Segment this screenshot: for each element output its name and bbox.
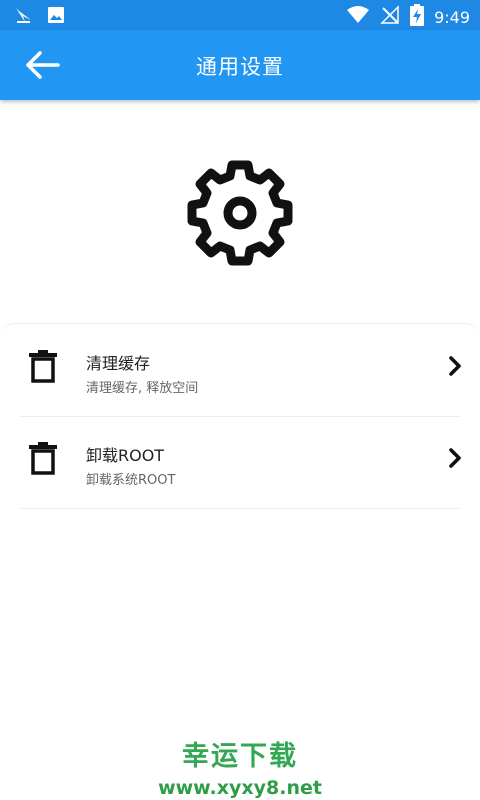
list-item-title: 卸载ROOT <box>86 446 165 465</box>
no-signal-icon <box>380 5 400 29</box>
image-icon <box>46 5 66 29</box>
page-title: 通用设置 <box>196 55 284 79</box>
status-time: 9:49 <box>434 7 470 27</box>
trash-icon <box>28 441 58 475</box>
status-bar: 9:49 <box>0 0 480 30</box>
chevron-right-icon <box>448 355 464 377</box>
list-item-subtitle: 清理缓存, 释放空间 <box>86 381 199 396</box>
chevron-right-icon <box>448 447 464 469</box>
wifi-icon <box>346 5 370 29</box>
watermark-text: 幸运下载 <box>182 741 298 772</box>
notification-app-icon <box>14 5 34 29</box>
list-item-subtitle: 卸载系统ROOT <box>86 473 176 488</box>
app-bar: 通用设置 <box>0 30 480 100</box>
list-item-title: 清理缓存 <box>86 354 151 373</box>
gear-icon <box>186 160 294 266</box>
watermark: 幸运下载 www.xyxy8.net <box>0 734 480 799</box>
watermark-url: www.xyxy8.net <box>158 777 322 799</box>
list-item-clear-cache[interactable]: 清理缓存 清理缓存, 释放空间 <box>20 324 461 417</box>
trash-icon <box>28 349 58 383</box>
settings-list: 清理缓存 清理缓存, 释放空间 卸载ROOT 卸载系统ROOT <box>0 323 480 524</box>
list-item-uninstall-root[interactable]: 卸载ROOT 卸载系统ROOT <box>20 416 461 509</box>
battery-charging-icon <box>410 4 425 30</box>
